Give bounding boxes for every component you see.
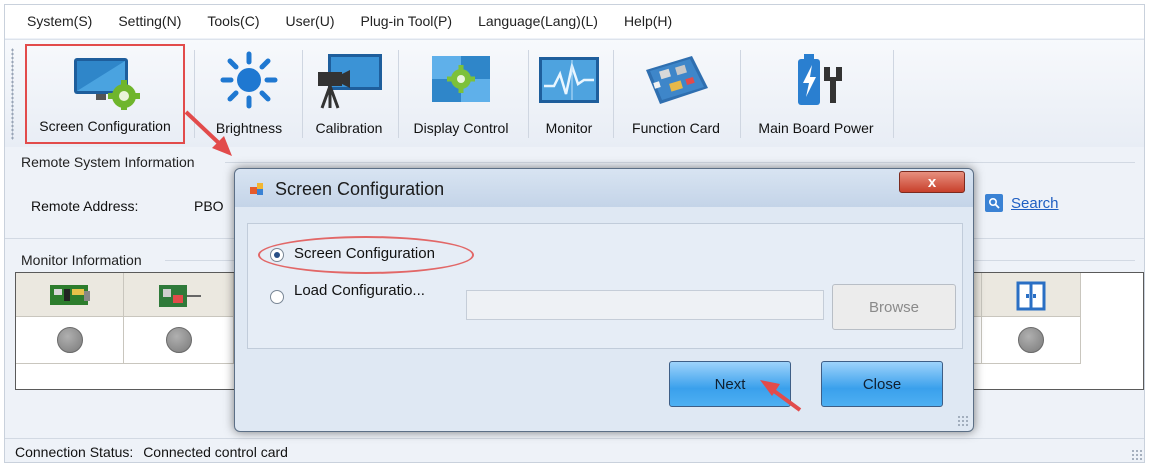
section-divider — [225, 162, 1135, 163]
menu-bar: System(S) Setting(N) Tools(C) User(U) Pl… — [5, 5, 1144, 38]
toolbar-separator — [194, 50, 195, 138]
monitor-section-title: Monitor Information — [21, 252, 142, 268]
toolbar-label: Monitor — [545, 120, 593, 136]
app-icon — [249, 181, 265, 200]
connection-status-value: Connected control card — [143, 444, 288, 460]
remote-address-value: PBO — [194, 198, 224, 214]
menu-user[interactable]: User(U) — [273, 5, 348, 38]
toolbar-function-card-button[interactable]: Function Card — [617, 44, 735, 144]
screen-configuration-dialog: Screen Configuration x Screen Configurat… — [234, 168, 974, 432]
toolbar-separator — [893, 50, 894, 138]
load-configuration-radio-label[interactable]: Load Configuratio... — [294, 282, 425, 299]
menu-language[interactable]: Language(Lang)(L) — [465, 5, 611, 38]
screen-configuration-radio[interactable] — [270, 248, 284, 262]
main-board-power-icon — [744, 50, 888, 110]
brightness-icon — [199, 50, 299, 110]
toolbar-calibration-button[interactable]: Calibration — [305, 44, 393, 144]
toolbar: Screen Configuration Brightness Calibrat… — [5, 39, 1144, 147]
receiving-card-icon — [124, 281, 233, 309]
search-link[interactable]: Search — [1011, 195, 1059, 212]
dialog-resize-grip[interactable] — [957, 415, 969, 427]
connection-status-label: Connection Status: — [15, 444, 134, 460]
toolbar-separator — [302, 50, 303, 138]
menu-help[interactable]: Help(H) — [611, 5, 685, 38]
dialog-options-panel: Screen Configuration Load Configuratio..… — [247, 223, 963, 349]
toolbar-grip[interactable] — [11, 48, 14, 140]
toolbar-screen-configuration-button[interactable]: Screen Configuration — [25, 44, 185, 144]
status-bar: Connection Status: Connected control car… — [5, 438, 1144, 462]
load-configuration-radio[interactable] — [270, 290, 284, 304]
screen-configuration-radio-label[interactable]: Screen Configuration — [294, 245, 435, 262]
search-button[interactable]: Search — [985, 194, 1059, 212]
remote-address-label: Remote Address: — [31, 198, 139, 214]
configuration-file-path-input[interactable] — [466, 290, 824, 320]
menu-plugin-tool[interactable]: Plug-in Tool(P) — [348, 5, 466, 38]
close-icon: x — [927, 173, 937, 191]
dialog-title: Screen Configuration — [275, 179, 445, 199]
status-indicator — [16, 327, 123, 353]
control-card-icon — [16, 281, 123, 309]
toolbar-label: Brightness — [215, 120, 283, 136]
status-indicator — [982, 327, 1080, 353]
dialog-close-button[interactable]: x — [899, 171, 965, 193]
toolbar-separator — [528, 50, 529, 138]
app-window: System(S) Setting(N) Tools(C) User(U) Pl… — [4, 4, 1145, 463]
browse-button[interactable]: Browse — [832, 284, 956, 330]
screen-config-icon — [27, 52, 183, 112]
toolbar-label: Calibration — [315, 120, 383, 136]
toolbar-brightness-button[interactable]: Brightness — [199, 44, 299, 144]
menu-setting[interactable]: Setting(N) — [105, 5, 194, 38]
status-indicator — [124, 327, 233, 353]
remote-section-title: Remote System Information — [21, 154, 195, 170]
toolbar-label: Screen Configuration — [39, 118, 171, 134]
search-icon — [985, 194, 1003, 212]
toolbar-separator — [613, 50, 614, 138]
toolbar-main-board-power-button[interactable]: Main Board Power — [744, 44, 888, 144]
monitor-icon — [531, 50, 607, 110]
function-card-icon — [617, 50, 735, 110]
close-button[interactable]: Close — [821, 361, 943, 407]
dialog-title-bar[interactable]: Screen Configuration x — [235, 169, 973, 207]
next-button[interactable]: Next — [669, 361, 791, 407]
display-control-icon — [401, 50, 521, 110]
monitor-column — [981, 273, 1081, 363]
toolbar-separator — [398, 50, 399, 138]
monitor-column — [16, 273, 124, 363]
toolbar-label: Main Board Power — [758, 120, 874, 136]
toolbar-display-control-button[interactable]: Display Control — [401, 44, 521, 144]
cabinet-door-icon — [982, 281, 1080, 311]
toolbar-label: Function Card — [632, 120, 720, 136]
window-resize-grip[interactable] — [1131, 449, 1143, 461]
toolbar-monitor-button[interactable]: Monitor — [531, 44, 607, 144]
monitor-column — [124, 273, 234, 363]
calibration-icon — [305, 50, 393, 110]
toolbar-separator — [740, 50, 741, 138]
toolbar-label: Display Control — [413, 120, 509, 136]
menu-system[interactable]: System(S) — [5, 5, 105, 38]
menu-tools[interactable]: Tools(C) — [194, 5, 272, 38]
